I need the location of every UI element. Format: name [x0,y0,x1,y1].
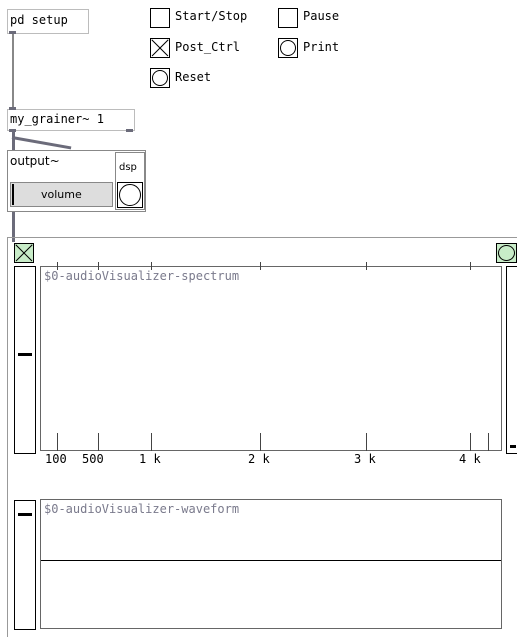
waveform-graph: $0-audioVisualizer-waveform [40,499,502,629]
inlet [9,31,16,34]
pd-setup-label: pd setup [10,13,68,27]
tick-label: 500 [82,452,104,466]
tick-bottom [98,433,99,451]
tick-bottom [57,433,58,451]
spectrum-graph: $0-audioVisualizer-spectrum [40,266,502,451]
start-stop-label: Start/Stop [175,9,248,23]
tick-bottom [470,433,471,451]
dsp-box: dsp [115,152,145,210]
dsp-bang[interactable] [117,182,143,208]
outlet [126,129,133,132]
tick-top [57,262,58,270]
tick-top [260,262,261,270]
pause-toggle[interactable] [278,8,298,28]
print-bang[interactable] [278,38,298,58]
spectrum-right-knob [510,445,516,448]
spectrum-gain-knob [18,353,32,356]
post-ctrl-toggle[interactable] [150,38,170,58]
pause-label: Pause [303,9,340,23]
waveform-bang[interactable] [496,243,517,263]
patch-cord [12,32,14,110]
spectrum-right-slider[interactable] [506,266,517,454]
start-stop-toggle[interactable] [150,8,170,28]
outlet [9,129,16,132]
waveform-line [41,560,501,561]
tick-label: 2 k [248,452,270,466]
tick-bottom [151,433,152,451]
spectrum-graph-name: $0-audioVisualizer-spectrum [44,269,240,283]
tick-bottom [260,433,261,451]
tick-label: 4 k [459,452,481,466]
tick-label: 1 k [139,452,161,466]
volume-slider-knob [12,184,14,205]
tick-top [470,262,471,270]
post-ctrl-label: Post_Ctrl [175,40,241,54]
reset-bang[interactable] [150,68,170,88]
tick-bottom [488,433,489,451]
waveform-gain-slider[interactable] [14,500,36,630]
inlet [9,107,16,110]
grainer-label: my_grainer~ 1 [10,112,104,126]
tick-top [366,262,367,270]
pd-setup-object[interactable]: pd setup [7,9,89,34]
tick-top [151,262,152,270]
output-title: output~ [10,154,60,168]
tick-label: 3 k [354,452,376,466]
tick-label: 100 [45,452,67,466]
tick-bottom [366,433,367,451]
reset-label: Reset [175,70,212,84]
patch-cord [11,136,72,150]
spectrum-gain-slider[interactable] [14,266,36,454]
volume-slider[interactable]: volume [10,182,113,207]
dsp-label: dsp [119,162,137,173]
spectrum-toggle[interactable] [14,243,34,263]
tick-top [98,262,99,270]
output-abstraction: output~ dsp volume [7,150,146,212]
volume-label: volume [41,188,82,201]
waveform-gain-knob [18,513,32,516]
waveform-graph-name: $0-audioVisualizer-waveform [44,502,240,516]
grainer-object[interactable]: my_grainer~ 1 [7,109,135,131]
print-label: Print [303,40,340,54]
